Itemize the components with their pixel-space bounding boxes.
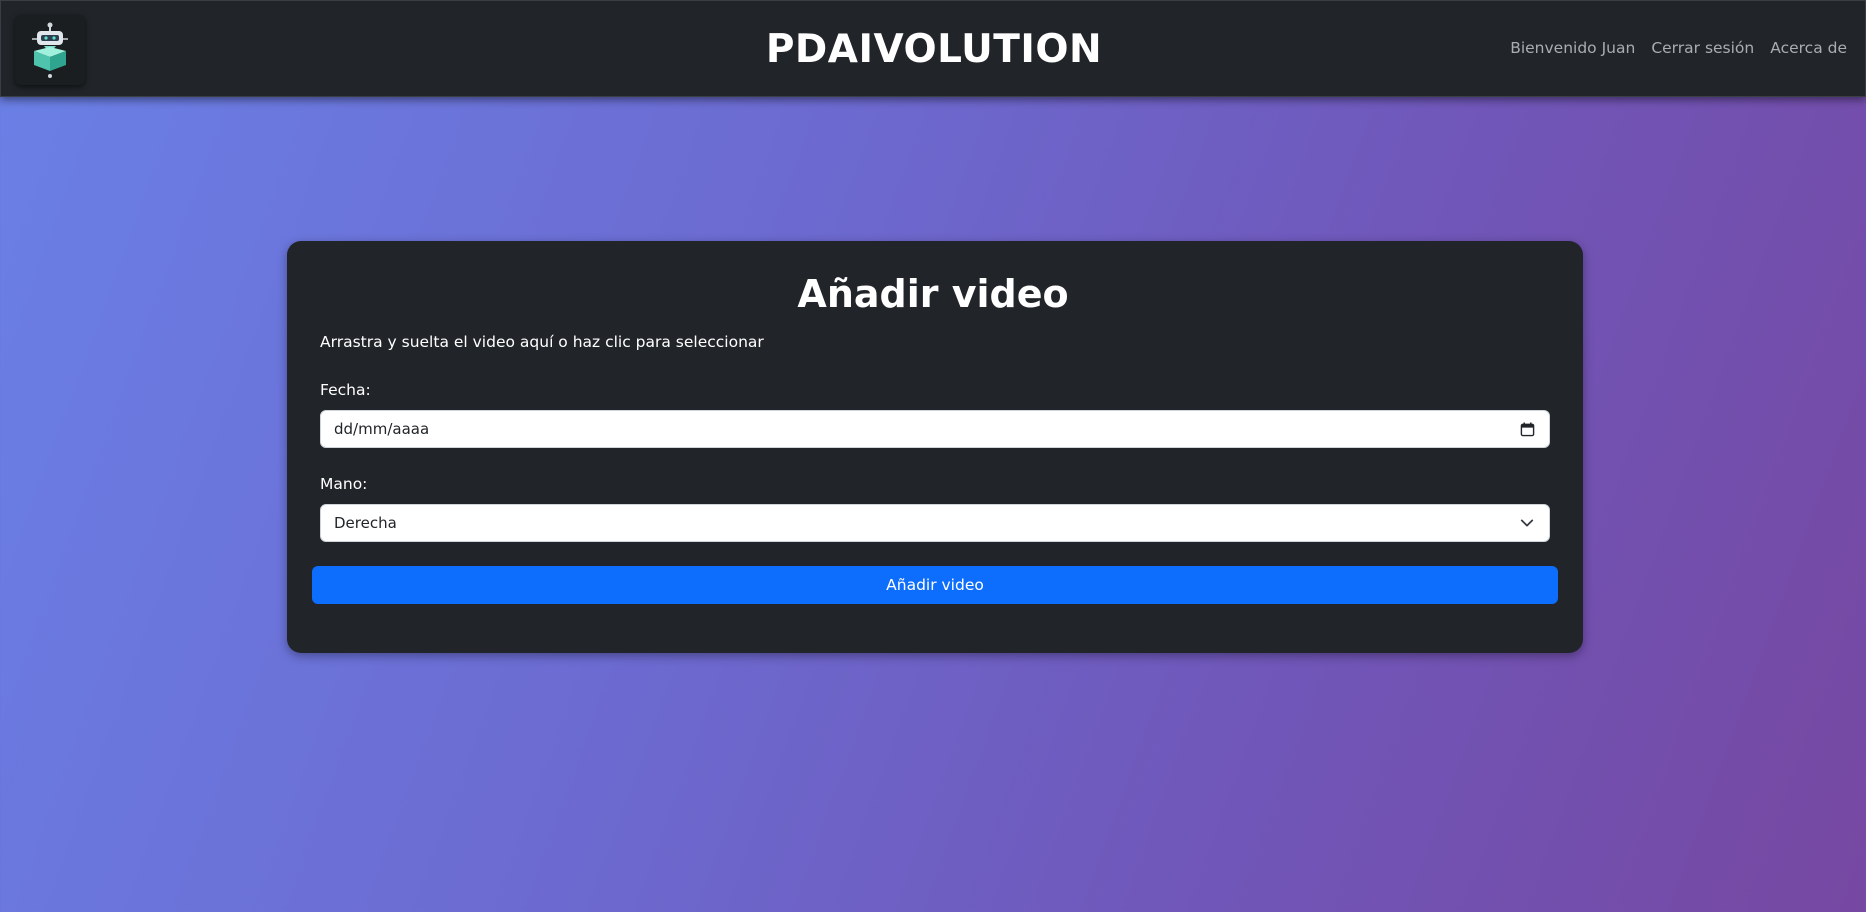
robot-logo-icon[interactable] xyxy=(15,15,85,85)
logout-link[interactable]: Cerrar sesión xyxy=(1651,39,1754,57)
date-placeholder: dd/mm/aaaa xyxy=(334,420,430,438)
add-video-button[interactable]: Añadir video xyxy=(312,566,1558,604)
date-input[interactable]: dd/mm/aaaa xyxy=(320,410,1550,448)
video-drop-zone[interactable]: Arrastra y suelta el video aquí o haz cl… xyxy=(320,333,764,351)
about-link[interactable]: Acerca de xyxy=(1770,39,1847,57)
welcome-link[interactable]: Bienvenido Juan xyxy=(1510,39,1635,57)
navbar: PDAIVOLUTION Bienvenido Juan Cerrar sesi… xyxy=(0,0,1866,97)
date-label: Fecha: xyxy=(320,381,371,399)
chevron-down-icon xyxy=(1518,514,1536,532)
hand-selected-value: Derecha xyxy=(334,514,397,532)
calendar-icon[interactable] xyxy=(1518,420,1536,438)
form-title: Añadir video xyxy=(797,272,1069,316)
nav-links: Bienvenido Juan Cerrar sesión Acerca de xyxy=(1510,39,1847,57)
hand-label: Mano: xyxy=(320,475,368,493)
hand-select[interactable]: Derecha xyxy=(320,504,1550,542)
